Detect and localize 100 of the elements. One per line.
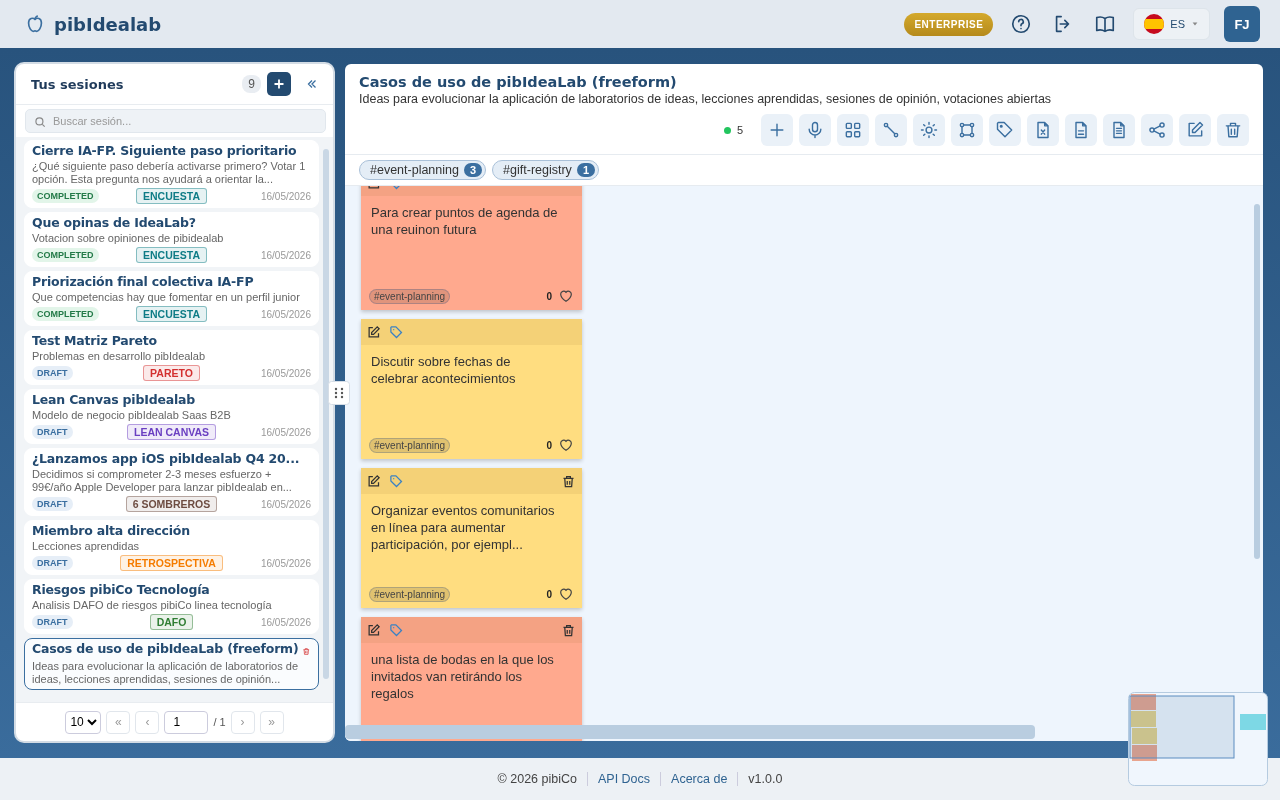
tag-filter-chip[interactable]: #gift-registry 1 (492, 160, 599, 180)
tag-filter-chip[interactable]: #event-planning 3 (359, 160, 487, 180)
session-title: Que opinas de IdeaLab? (32, 215, 197, 231)
page-input[interactable]: 1 (164, 710, 209, 734)
session-type-tag: ENCUESTA (136, 188, 207, 204)
note-text: Para crear puntos de agenda de una reuinon futura (370, 204, 559, 239)
heart-icon[interactable] (558, 437, 574, 453)
session-date: 16/05/2026 (260, 249, 311, 261)
add-button[interactable] (761, 114, 793, 146)
session-title: Miembro alta dirección (32, 523, 191, 539)
session-description: Analisis DAFO de riesgos pibiCo linea tecnología (32, 599, 273, 612)
session-title: Casos de uso de pibIdeaLab (freeform) (32, 641, 299, 657)
user-avatar[interactable]: FJ (1224, 6, 1260, 42)
sun-icon[interactable] (919, 120, 939, 140)
sticky-note[interactable]: Organizar eventos comunitarios en línea para aumentar participación, por ejempl... #event-planning 0 (361, 468, 582, 608)
page-total: / 1 (213, 716, 226, 728)
session-title: Priorización final colectiva IA-FP (32, 274, 255, 290)
status-badge: DRAFT (32, 556, 73, 570)
connector-icon[interactable] (881, 120, 901, 140)
voice-button[interactable] (799, 114, 831, 146)
session-card[interactable]: ¿Lanzamos app iOS pibIdealab Q4 20... Decidimos si comprometer 2-3 meses esfuerzo + 99€/año Apple Developer para lanzar pibIdealab en... DRAFT 6 SOMBREROS 16/05/2026 (24, 448, 319, 516)
session-title: Test Matriz Pareto (32, 333, 158, 349)
session-card[interactable]: Test Matriz Pareto Problemas en desarrollo pibIdealab DRAFT PARETO 16/05/2026 (24, 330, 319, 385)
language-selector[interactable]: ES (1133, 8, 1210, 40)
edit-button[interactable] (1179, 114, 1211, 146)
scrollbar[interactable] (345, 725, 1035, 739)
footer-link[interactable]: Acerca de (671, 772, 728, 786)
heart-icon[interactable] (558, 288, 574, 304)
session-type-tag: ENCUESTA (136, 247, 207, 263)
session-date: 16/05/2026 (260, 426, 311, 438)
session-type-tag: DAFO (149, 614, 194, 630)
note-text: Discutir sobre fechas de celebrar acontecimientos (370, 353, 517, 388)
session-card[interactable]: Miembro alta dirección Lecciones aprendidas DRAFT RETROSPECTIVA 16/05/2026 (24, 520, 319, 575)
session-card[interactable]: Priorización final colectiva IA-FP Que competencias hay que fomentar en un perfil junior COMPLETED ENCUESTA 16/05/2026 (24, 271, 319, 326)
trash-icon[interactable] (561, 473, 576, 489)
connect-button[interactable] (875, 114, 907, 146)
grid-button[interactable] (837, 114, 869, 146)
delete-button[interactable] (1217, 114, 1249, 146)
session-type-tag: 6 SOMBREROS (125, 496, 218, 512)
scrollbar[interactable] (323, 149, 329, 679)
session-type-tag: ENCUESTA (136, 306, 207, 322)
share-button[interactable] (1141, 114, 1173, 146)
panel-title: Tus sesiones (31, 76, 125, 92)
help-icon[interactable] (1010, 13, 1033, 35)
session-title: Riesgos pibiCo Tecnología (32, 582, 211, 598)
theme-button[interactable] (913, 114, 945, 146)
note-tag: #event-planning (369, 437, 451, 453)
resize-handle[interactable] (328, 380, 350, 405)
document-button[interactable] (1065, 114, 1097, 146)
status-badge: DRAFT (32, 615, 73, 629)
spain-flag-icon[interactable] (1144, 14, 1165, 34)
scrollbar[interactable] (1254, 204, 1260, 559)
tag-icon[interactable] (389, 324, 404, 340)
nodes-button[interactable] (951, 114, 983, 146)
status-badge: COMPLETED (32, 307, 99, 321)
session-description: Decidimos si comprometer 2-3 meses esfuerzo + 99€/año Apple Developer para lanzar pibIdealab en... (32, 468, 293, 494)
report-button[interactable] (1103, 114, 1135, 146)
page-size-select[interactable]: 10 (65, 710, 102, 734)
share-icon[interactable] (1147, 120, 1167, 140)
edit-icon[interactable] (366, 473, 381, 489)
sticky-note[interactable]: Discutir sobre fechas de celebrar acontecimientos #event-planning 0 (361, 319, 582, 459)
session-date: 16/05/2026 (260, 557, 311, 569)
heart-icon[interactable] (558, 586, 574, 602)
footer-link[interactable]: API Docs (597, 772, 651, 786)
session-card[interactable]: Que opinas de IdeaLab? Votacion sobre opiniones de pibidealab COMPLETED ENCUESTA 16/05/2026 (24, 212, 319, 267)
edit-icon[interactable] (366, 622, 381, 638)
board-title: Casos de uso de pibIdeaLab (freeform) (359, 74, 678, 90)
caret-icon[interactable] (1191, 20, 1199, 28)
session-description: Problemas en desarrollo pibIdealab (32, 350, 207, 363)
session-card[interactable]: Lean Canvas pibIdealab Modelo de negocio pibIdealab Saas B2B DRAFT LEAN CANVAS 16/05/2026 (24, 389, 319, 444)
status-badge: COMPLETED (32, 189, 99, 203)
tags-button[interactable] (989, 114, 1021, 146)
collapse-icon[interactable] (305, 77, 319, 91)
note-text: Organizar eventos comunitarios en línea para aumentar participación, por ejempl... (370, 502, 556, 554)
nodes-icon[interactable] (957, 120, 977, 140)
grid-icon[interactable] (843, 120, 863, 140)
book-icon[interactable] (1094, 13, 1117, 35)
sticky-note[interactable]: Para crear puntos de agenda de una reuinon futura #event-planning 0 (361, 186, 582, 310)
search-field[interactable]: Buscar sesión... (25, 109, 326, 133)
session-type-tag: PARETO (143, 365, 200, 381)
board-subtitle: Ideas para evolucionar la aplicación de laboratorios de ideas, lecciones aprendidas, sesiones de opinión, votaciones abiertas (359, 92, 1053, 106)
edit-icon[interactable] (1185, 120, 1205, 140)
note-tag: #event-planning (369, 288, 451, 304)
vote-count: 0 (546, 439, 552, 451)
session-description: Votacion sobre opiniones de pibidealab (32, 232, 225, 245)
session-date: 16/05/2026 (260, 498, 311, 510)
tag-icon[interactable] (389, 473, 404, 489)
session-card[interactable]: Casos de uso de pibIdeaLab (freeform) Ideas para evolucionar la aplicación de laboratorios de ideas, lecciones aprendidas, sesiones de opinión... (24, 638, 319, 690)
session-count: 9 (242, 75, 261, 93)
plan-badge: ENTERPRISE (904, 12, 994, 36)
session-card[interactable]: Riesgos pibiCo Tecnología Analisis DAFO de riesgos pibiCo linea tecnología DRAFT DAFO 16/05/2026 (24, 579, 319, 634)
excel-export-button[interactable] (1027, 114, 1059, 146)
session-description: Modelo de negocio pibIdealab Saas B2B (32, 409, 232, 422)
edit-icon[interactable] (366, 324, 381, 340)
trash-icon[interactable] (1223, 120, 1243, 140)
vote-count: 0 (546, 290, 552, 302)
tag-icon[interactable] (995, 120, 1015, 140)
session-description: ¿Qué siguiente paso debería activarse primero? Votar 1 opción. Esta pregunta nos ayudará a orientar la... (32, 160, 307, 186)
session-card[interactable]: Cierre IA-FP. Siguiente paso prioritario ¿Qué siguiente paso debería activarse primero? Votar 1 opción. Esta pregunta nos ayudará a orientar la... COMPLETED ENCUESTA 16/05/2026 (24, 140, 319, 208)
trash-icon[interactable] (561, 622, 576, 638)
